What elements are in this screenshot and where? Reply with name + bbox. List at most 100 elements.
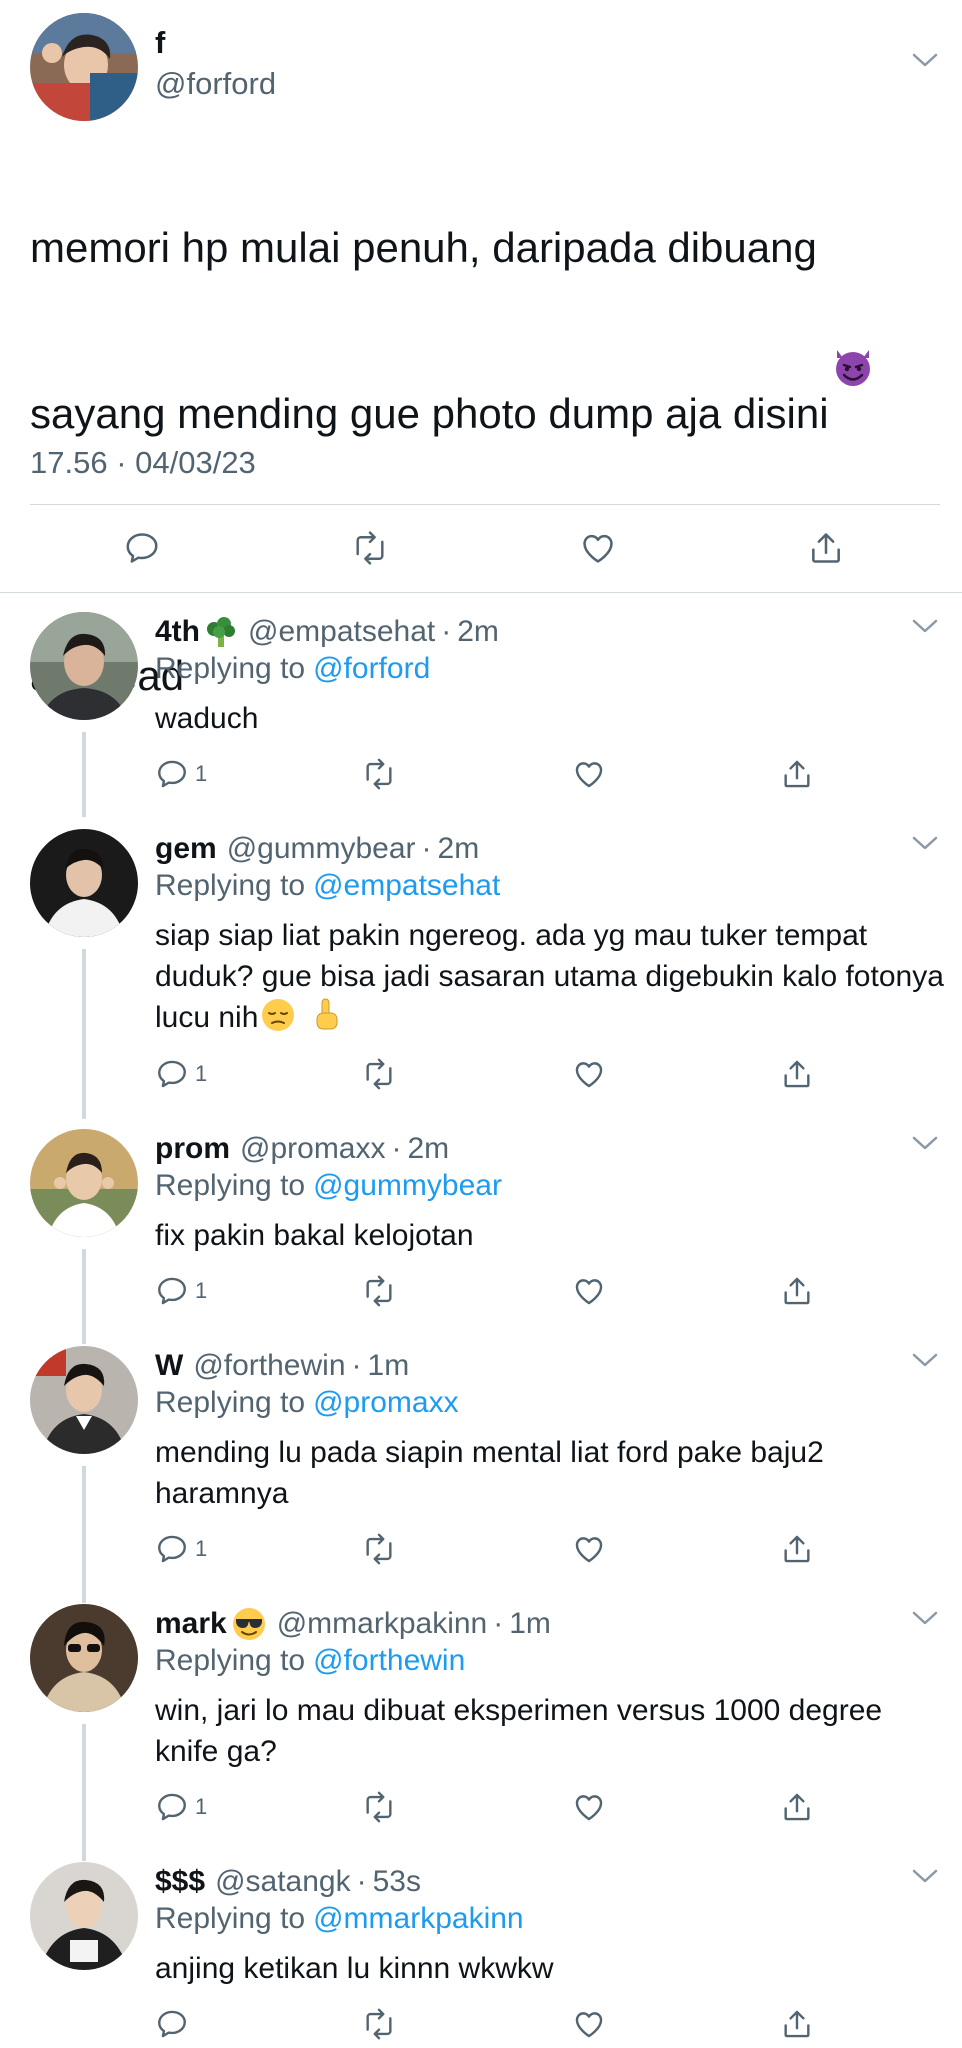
reply-button[interactable]: 1 <box>155 754 207 794</box>
reply-author-handle[interactable]: @forthewin <box>193 1349 345 1383</box>
reply-icon[interactable] <box>122 528 162 568</box>
share-icon[interactable] <box>780 2004 814 2044</box>
reply-button[interactable]: 1 <box>155 1271 207 1311</box>
avatar[interactable] <box>30 1604 138 1712</box>
reply-tweet[interactable]: W @forthewin · 1m Replying to @promaxx me… <box>0 1346 962 1603</box>
avatar[interactable] <box>30 829 138 937</box>
reply-meta: $$$ @satangk · 53s <box>155 1862 421 1902</box>
share-icon[interactable] <box>806 528 846 568</box>
replying-to: Replying to @forthewin <box>155 1644 465 1678</box>
like-icon[interactable] <box>578 528 618 568</box>
thread-line <box>82 1249 86 1344</box>
avatar[interactable] <box>30 13 138 121</box>
reply-author-name[interactable]: 4th <box>155 615 200 649</box>
replying-to-link[interactable]: @mmarkpakinn <box>313 1902 524 1935</box>
reply-author-handle[interactable]: @empatsehat <box>248 615 435 649</box>
reply-button[interactable]: 1 <box>155 1054 207 1094</box>
chevron-down-icon[interactable] <box>912 618 938 634</box>
reply-author-handle[interactable]: @gummybear <box>227 832 416 866</box>
reply-time[interactable]: 2m <box>408 1132 450 1166</box>
reply-text: anjing ketikan lu kinnn wkwkw <box>155 1952 554 1985</box>
retweet-icon[interactable] <box>350 528 390 568</box>
reply-time[interactable]: 53s <box>373 1865 421 1899</box>
reply-tweet[interactable]: $$$ @satangk · 53s Replying to @mmarkpaki… <box>0 1862 962 2048</box>
reply-tweet[interactable]: prom @promaxx · 2m Replying to @gummybear… <box>0 1129 962 1344</box>
reply-text-container: siap siap liat pakin ngereog. ada yg mau… <box>155 915 945 1038</box>
retweet-icon[interactable] <box>360 1271 398 1311</box>
retweet-icon[interactable] <box>360 1787 398 1827</box>
like-icon[interactable] <box>572 1787 606 1827</box>
reply-button[interactable]: 1 <box>155 1787 207 1827</box>
reply-text: waduch <box>155 702 259 735</box>
replying-to: Replying to @empatsehat <box>155 869 500 903</box>
like-icon[interactable] <box>572 2004 606 2044</box>
chevron-down-icon[interactable] <box>912 835 938 851</box>
reply-icon <box>158 1535 186 1563</box>
replying-to-label: Replying to <box>155 1386 306 1419</box>
share-icon[interactable] <box>780 1054 814 1094</box>
chevron-down-icon[interactable] <box>912 52 938 68</box>
retweet-icon[interactable] <box>360 1054 398 1094</box>
share-icon[interactable] <box>780 1787 814 1827</box>
avatar[interactable] <box>30 1129 138 1237</box>
reply-author-name[interactable]: mark <box>155 1607 227 1641</box>
reply-tweet[interactable]: mark @mmarkpakinn · 1m Replying to @forth… <box>0 1604 962 1861</box>
reply-author-handle[interactable]: @mmarkpakinn <box>277 1607 488 1641</box>
separator-dot: · <box>493 1607 504 1640</box>
chevron-down-icon[interactable] <box>912 1352 938 1368</box>
author-handle[interactable]: @forford <box>155 66 276 102</box>
separator-dot: · <box>441 615 452 648</box>
reply-author-handle[interactable]: @satangk <box>215 1865 351 1899</box>
like-icon[interactable] <box>572 1054 606 1094</box>
replying-to-link[interactable]: @empatsehat <box>313 869 500 902</box>
separator-dot: · <box>421 832 432 865</box>
separator-dot: · <box>351 1349 362 1382</box>
retweet-icon[interactable] <box>360 754 398 794</box>
smiling-devil-emoji <box>831 280 875 452</box>
like-icon[interactable] <box>572 1529 606 1569</box>
reply-meta: gem @gummybear · 2m <box>155 829 479 869</box>
author-name[interactable]: f <box>155 25 165 61</box>
reply-time[interactable]: 2m <box>457 615 499 649</box>
chevron-down-icon[interactable] <box>912 1610 938 1626</box>
replying-to-label: Replying to <box>155 1902 306 1935</box>
reply-author-name[interactable]: gem <box>155 832 217 866</box>
thread-line <box>82 1466 86 1603</box>
avatar[interactable] <box>30 612 138 720</box>
reply-time[interactable]: 1m <box>368 1349 410 1383</box>
retweet-icon[interactable] <box>360 1529 398 1569</box>
reply-tweet[interactable]: gem @gummybear · 2m Replying to @empatseh… <box>0 829 962 1119</box>
reply-tweet[interactable]: 4th @empatsehat · 2m Replying to @forford… <box>0 612 962 817</box>
broccoli-emoji <box>204 615 238 649</box>
reply-meta: mark @mmarkpakinn · 1m <box>155 1604 551 1644</box>
avatar[interactable] <box>30 1346 138 1454</box>
share-icon[interactable] <box>780 1271 814 1311</box>
thread-line <box>82 732 86 817</box>
chevron-down-icon[interactable] <box>912 1135 938 1151</box>
reply-button[interactable]: 1 <box>155 1529 207 1569</box>
reply-author-name[interactable]: W <box>155 1349 183 1383</box>
reply-icon <box>158 760 186 788</box>
reply-time[interactable]: 2m <box>438 832 480 866</box>
reply-time[interactable]: 1m <box>509 1607 551 1641</box>
reply-author-name[interactable]: prom <box>155 1132 230 1166</box>
share-icon[interactable] <box>780 754 814 794</box>
reply-icon[interactable] <box>155 2004 189 2044</box>
replying-to-link[interactable]: @promaxx <box>313 1386 459 1419</box>
replying-to-link[interactable]: @gummybear <box>313 1169 502 1202</box>
divider <box>30 504 940 505</box>
separator-dot: · <box>391 1132 402 1165</box>
share-icon[interactable] <box>780 1529 814 1569</box>
like-icon[interactable] <box>572 754 606 794</box>
avatar[interactable] <box>30 1862 138 1970</box>
replying-to-link[interactable]: @forthewin <box>313 1644 465 1677</box>
pensive-face-emoji <box>260 997 296 1033</box>
tweet-text-body: memori hp mulai penuh, daripada dibuang … <box>30 224 829 437</box>
retweet-icon[interactable] <box>360 2004 398 2044</box>
replying-to: Replying to @forford <box>155 652 430 686</box>
chevron-down-icon[interactable] <box>912 1868 938 1884</box>
reply-author-name[interactable]: $$$ <box>155 1865 205 1899</box>
reply-author-handle[interactable]: @promaxx <box>240 1132 386 1166</box>
replying-to-link[interactable]: @forford <box>313 652 430 685</box>
like-icon[interactable] <box>572 1271 606 1311</box>
